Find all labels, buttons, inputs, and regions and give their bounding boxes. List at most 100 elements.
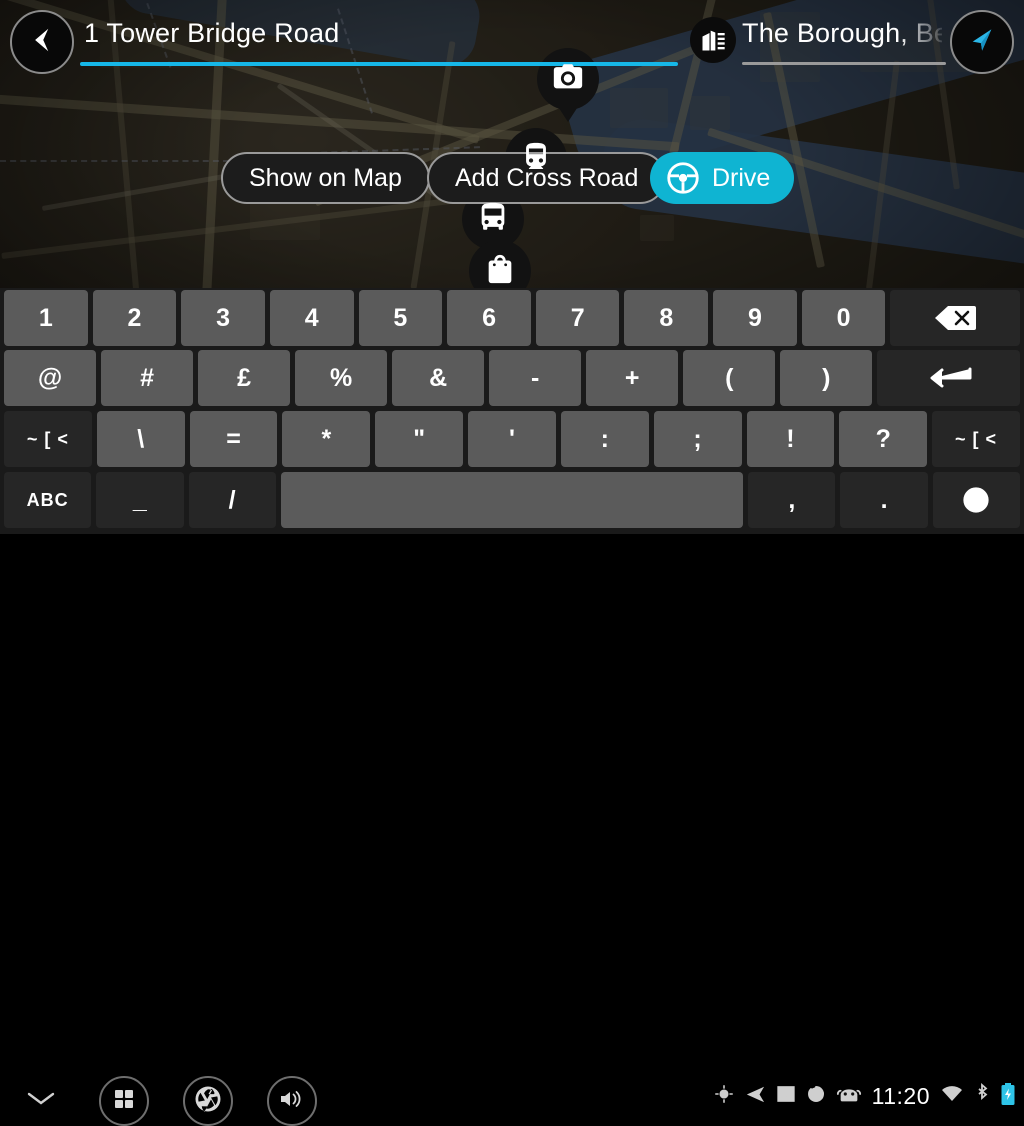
- battery-charging-icon: [1000, 1082, 1016, 1111]
- key-~ [ <[interactable]: ~ [ <: [932, 411, 1020, 467]
- key--[interactable]: -: [489, 350, 582, 406]
- wifi-icon: [940, 1084, 964, 1109]
- bluetooth-icon: [974, 1083, 990, 1110]
- top-bar: 1 Tower Bridge Road The Borough, Ber: [0, 0, 1024, 80]
- key-2[interactable]: 2: [92, 290, 177, 346]
- emoji-icon: [961, 485, 991, 515]
- city-buildings-icon: [690, 17, 736, 63]
- chevron-down-icon[interactable]: [26, 1090, 56, 1113]
- bus-poi-icon: [476, 200, 510, 239]
- key-label: ): [822, 363, 831, 392]
- key-label: 1: [38, 303, 53, 332]
- key-8[interactable]: 8: [624, 290, 709, 346]
- backspace-icon: [934, 305, 977, 331]
- key-9[interactable]: 9: [713, 290, 797, 346]
- city-field[interactable]: The Borough, Ber: [742, 18, 946, 70]
- key-?[interactable]: ?: [839, 411, 928, 467]
- key-label: 8: [659, 303, 674, 332]
- enter-icon: [925, 364, 973, 392]
- space-key[interactable]: [280, 472, 744, 528]
- navigation-arrow-icon: [966, 24, 998, 61]
- key-label: /: [228, 485, 236, 514]
- keyboard-row-symbols-1: @ # £% & - + (): [0, 350, 1024, 406]
- key-label: (: [725, 363, 734, 392]
- address-field-underline: [80, 62, 678, 66]
- location-arrow-icon: [744, 1084, 766, 1109]
- key-label: &: [429, 363, 448, 392]
- key-label: ABC: [26, 489, 69, 510]
- on-screen-keyboard[interactable]: 1 2 3 4 56 7 8 9 0 @ # £% & - + () ~ [ < \ = * " ':;!? ~ [ <…: [0, 288, 1024, 534]
- key-_[interactable]: _: [96, 472, 184, 528]
- address-field[interactable]: 1 Tower Bridge Road: [80, 18, 680, 70]
- back-arrow-icon: [27, 25, 57, 60]
- key-=[interactable]: =: [189, 411, 278, 467]
- key-([interactable]: (: [683, 350, 776, 406]
- key-7[interactable]: 7: [535, 290, 620, 346]
- drive-button[interactable]: Drive: [650, 152, 795, 204]
- key-5[interactable]: 5: [358, 290, 443, 346]
- key-label: ;: [693, 424, 702, 453]
- key-ABC[interactable]: ABC: [4, 472, 92, 528]
- key-label: ": [413, 424, 426, 453]
- key-+[interactable]: +: [586, 350, 679, 406]
- key-~ [ <[interactable]: ~ [ <: [4, 411, 92, 467]
- key-![interactable]: !: [746, 411, 835, 467]
- emoji-key[interactable]: [932, 472, 1020, 528]
- key-3[interactable]: 3: [181, 290, 265, 346]
- key-/[interactable]: /: [188, 472, 276, 528]
- key-label: 9: [747, 303, 762, 332]
- key-4[interactable]: 4: [269, 290, 354, 346]
- key-1[interactable]: 1: [4, 290, 88, 346]
- key-label: 4: [304, 303, 319, 332]
- back-button[interactable]: [10, 10, 74, 74]
- screenshot-saved-icon: [776, 1084, 796, 1109]
- key-label: 0: [836, 303, 851, 332]
- key-label: 7: [570, 303, 585, 332]
- status-clock: 11:20: [871, 1083, 930, 1109]
- key-label: 2: [127, 303, 142, 332]
- key-label: *: [321, 424, 332, 453]
- camera-poi-icon: [551, 60, 585, 99]
- address-field-value: 1 Tower Bridge Road: [84, 18, 340, 48]
- key-label: :: [600, 424, 609, 453]
- sync-icon: [806, 1084, 826, 1109]
- key-%[interactable]: %: [295, 350, 388, 406]
- key-;[interactable]: ;: [653, 411, 742, 467]
- key-"[interactable]: ": [375, 411, 464, 467]
- key-label: =: [226, 424, 241, 453]
- show-on-map-button[interactable]: Show on Map: [221, 152, 430, 204]
- navigation-button[interactable]: [950, 10, 1014, 74]
- key-£[interactable]: £: [198, 350, 291, 406]
- key-,[interactable]: ,: [748, 472, 836, 528]
- navigation-app-screen: 1 Tower Bridge Road The Borough, Ber Sho…: [0, 0, 1024, 1126]
- key-@[interactable]: @: [4, 350, 97, 406]
- key-label: !: [786, 424, 795, 453]
- enter-key[interactable]: [877, 350, 1020, 406]
- volume-button[interactable]: [267, 1076, 317, 1126]
- train-poi-icon: [519, 140, 553, 179]
- key-label: #: [140, 363, 154, 392]
- camera-shutter-icon: [193, 1084, 223, 1119]
- key-6[interactable]: 6: [447, 290, 531, 346]
- key-label: ~ [ <: [26, 428, 69, 449]
- key-0[interactable]: 0: [801, 290, 886, 346]
- key-label: £: [237, 363, 252, 392]
- key-\[interactable]: \: [96, 411, 185, 467]
- key-#[interactable]: #: [101, 350, 194, 406]
- key-.[interactable]: .: [840, 472, 928, 528]
- key-*[interactable]: *: [282, 411, 371, 467]
- screenshot-button[interactable]: [183, 1076, 233, 1126]
- city-field-value: The Borough, Ber: [742, 18, 942, 48]
- key-:[interactable]: :: [560, 411, 649, 467]
- key-'[interactable]: ': [468, 411, 556, 467]
- key-label: -: [531, 363, 540, 392]
- backspace-key[interactable]: [890, 290, 1021, 346]
- key-)[interactable]: ): [780, 350, 873, 406]
- key-&[interactable]: &: [392, 350, 485, 406]
- city-field-underline: [742, 62, 946, 65]
- key-label: .: [880, 485, 888, 514]
- shopping-poi-icon: [483, 252, 517, 291]
- apps-button[interactable]: [99, 1076, 149, 1126]
- steering-wheel-icon: [664, 159, 702, 197]
- key-label: ?: [875, 424, 891, 453]
